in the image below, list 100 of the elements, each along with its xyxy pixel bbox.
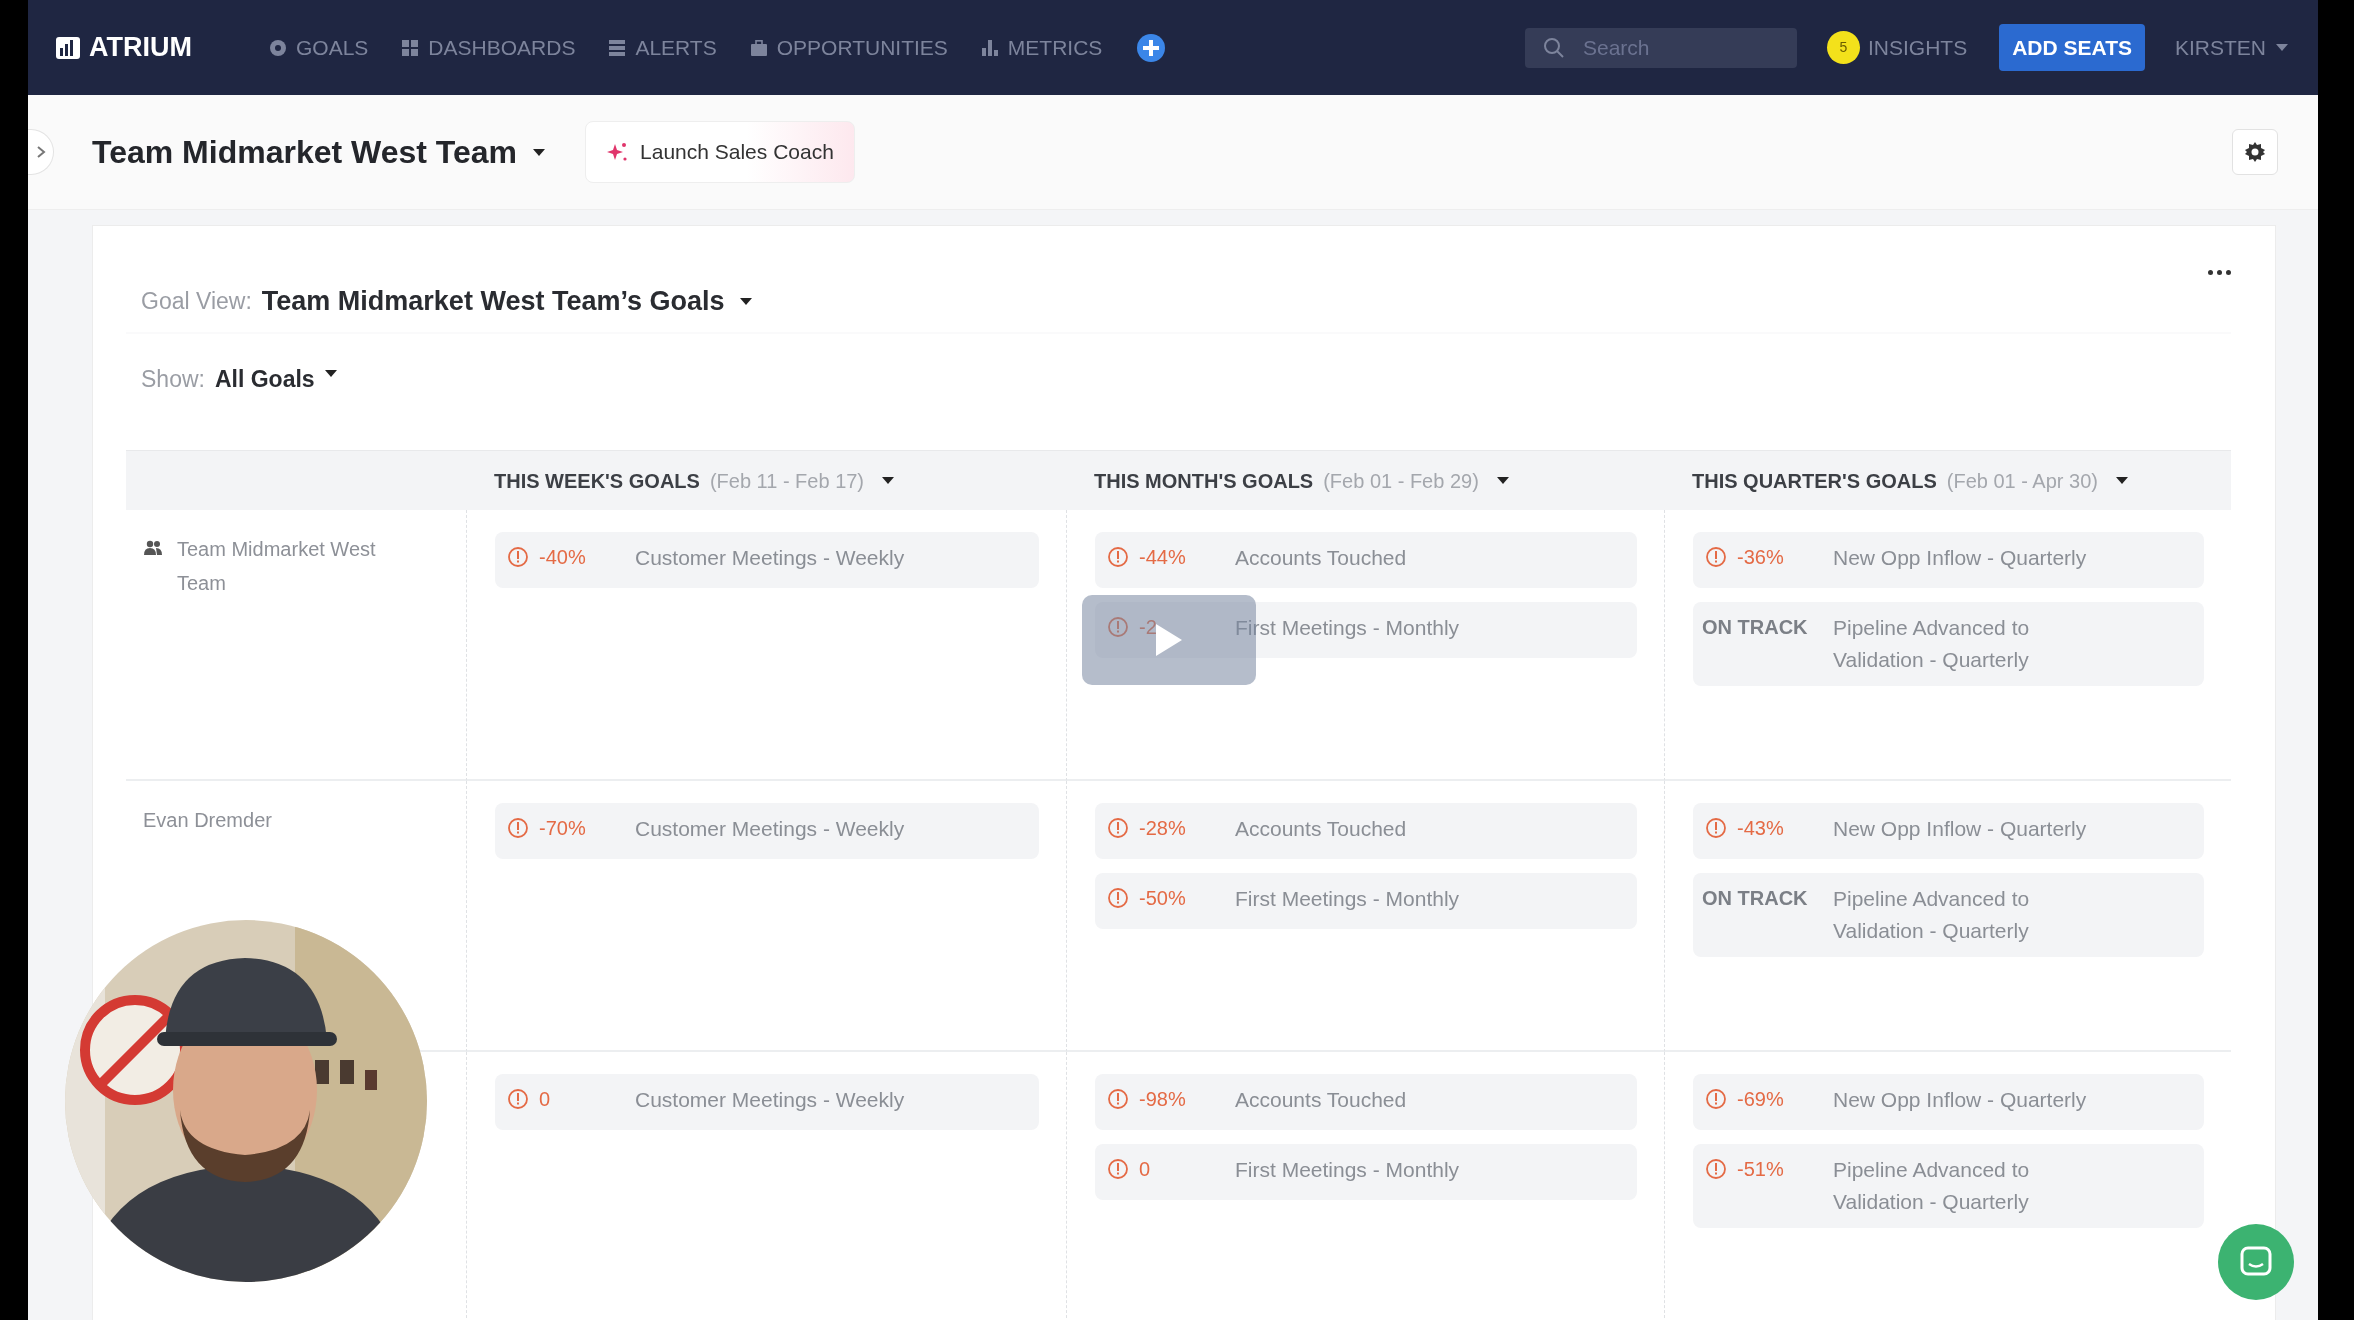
- nav-link[interactable]: DASHBOARDS: [402, 31, 576, 64]
- alert-icon: [1107, 817, 1129, 839]
- goal-status: ON TRACK: [1702, 615, 1808, 640]
- goal-status: -51%: [1737, 1157, 1784, 1182]
- goal-status: -28%: [1139, 816, 1186, 841]
- logo-text: ATRIUM: [89, 31, 192, 65]
- caret-icon: [740, 297, 753, 305]
- alert-icon: [1107, 616, 1129, 638]
- date-range: (Feb 11 - Feb 17): [709, 468, 865, 494]
- goal-name: First Meetings - Monthly: [1235, 886, 1460, 912]
- caret-icon[interactable]: [2115, 477, 2128, 484]
- logo-icon: [55, 35, 81, 60]
- plus-icon: [1136, 32, 1167, 63]
- show-dropdown[interactable]: All Goals: [214, 362, 315, 397]
- goal-name: Accounts Touched: [1235, 816, 1407, 842]
- goal-status: -36%: [1737, 545, 1784, 570]
- grid-icon: [402, 39, 419, 56]
- goal-name: First Meetings - Monthly: [1235, 1157, 1460, 1183]
- goal-name: New Opp Inflow - Quarterly: [1833, 545, 2087, 571]
- goal-name: New Opp Inflow - Quarterly: [1833, 1087, 2087, 1113]
- goal-item[interactable]: -43% New Opp Inflow - Quarterly: [1693, 803, 2204, 859]
- goal-name: Pipeline Advanced to Validation - Quarterly: [1833, 886, 2031, 944]
- goal-status: -69%: [1737, 1087, 1784, 1112]
- caret-icon: [324, 370, 337, 377]
- target-icon: [270, 39, 286, 56]
- sparkle-icon: [606, 141, 629, 163]
- goal-status: -2: [1139, 615, 1157, 640]
- goal-name: First Meetings - Monthly: [1235, 615, 1460, 641]
- search-field[interactable]: Search: [1525, 27, 1797, 68]
- caret-icon[interactable]: [1496, 477, 1509, 484]
- goal-status: 0: [1139, 1157, 1151, 1182]
- alert-icon: [1705, 817, 1727, 839]
- goal-item[interactable]: -28% Accounts Touched: [1095, 803, 1637, 859]
- collapse-button[interactable]: [28, 129, 54, 175]
- goal-item[interactable]: 0 Customer Meetings - Weekly: [495, 1074, 1039, 1130]
- goal-status: -40%: [539, 545, 586, 570]
- people-icon: [143, 540, 163, 556]
- goal-item[interactable]: -69% New Opp Inflow - Quarterly: [1693, 1074, 2204, 1130]
- row-name: Team Midmarket West Team: [177, 537, 377, 596]
- goal-item[interactable]: -36% New Opp Inflow - Quarterly: [1693, 532, 2204, 588]
- launch-sales-coach-button[interactable]: Launch Sales Coach: [585, 121, 855, 183]
- goal-item[interactable]: ON TRACK Pipeline Advanced to Validation - Quarterly: [1693, 602, 2204, 686]
- goal-item[interactable]: -50% First Meetings - Monthly: [1095, 873, 1637, 929]
- alert-icon: [1705, 546, 1727, 568]
- more-icon[interactable]: [2208, 270, 2231, 275]
- page-title[interactable]: Team Midmarket West Team: [92, 132, 518, 172]
- caret-icon[interactable]: [882, 477, 895, 484]
- list-icon: [609, 39, 626, 56]
- add-seats-button[interactable]: ADD SEATS: [1999, 23, 2145, 72]
- goal-view-dropdown[interactable]: Team Midmarket West Team’s Goals: [261, 280, 725, 322]
- nav-link[interactable]: METRICS: [981, 31, 1103, 64]
- goal-status: ON TRACK: [1702, 886, 1808, 911]
- goal-item[interactable]: -44% Accounts Touched: [1095, 532, 1637, 588]
- count-badge: 5: [1827, 31, 1860, 64]
- alert-icon: [1705, 1158, 1727, 1180]
- show-label: Show:: [141, 365, 205, 394]
- nav-link[interactable]: OPPORTUNITIES: [750, 31, 948, 64]
- goal-item[interactable]: 0 First Meetings - Monthly: [1095, 1144, 1637, 1200]
- insights-link[interactable]: INSIGHTS: [1868, 31, 1968, 64]
- goal-name: Pipeline Advanced to Validation - Quarterly: [1833, 1157, 2031, 1215]
- goal-item[interactable]: -51% Pipeline Advanced to Validation - Quarterly: [1693, 1144, 2204, 1228]
- goal-name: Customer Meetings - Weekly: [635, 1087, 905, 1113]
- row-name: Evan Dremder: [143, 808, 272, 833]
- goal-status: -70%: [539, 816, 586, 841]
- goal-name: Customer Meetings - Weekly: [635, 545, 905, 571]
- goal-status: -50%: [1139, 886, 1186, 911]
- goal-name: Pipeline Advanced to Validation - Quarterly: [1833, 615, 2031, 673]
- goal-item[interactable]: -70% Customer Meetings - Weekly: [495, 803, 1039, 859]
- goal-item[interactable]: -2 First Meetings - Monthly: [1095, 602, 1637, 658]
- alert-icon: [507, 546, 529, 568]
- goal-status: 0: [539, 1087, 551, 1112]
- goal-item[interactable]: -98% Accounts Touched: [1095, 1074, 1637, 1130]
- caret-icon: [2276, 44, 2288, 51]
- user-menu[interactable]: KIRSTEN: [2175, 31, 2288, 64]
- goal-status: -44%: [1139, 545, 1186, 570]
- alert-icon: [507, 817, 529, 839]
- date-range: (Feb 01 - Feb 29): [1323, 468, 1479, 494]
- column-title: THIS QUARTER'S GOALS: [1692, 468, 1937, 494]
- goal-name: New Opp Inflow - Quarterly: [1833, 816, 2087, 842]
- goal-item[interactable]: ON TRACK Pipeline Advanced to Validation - Quarterly: [1693, 873, 2204, 957]
- caret-icon[interactable]: [533, 148, 546, 156]
- alert-icon: [507, 1088, 529, 1110]
- alert-icon: [1705, 1088, 1727, 1110]
- settings-icon: [2244, 141, 2266, 163]
- date-range: (Feb 01 - Apr 30): [1946, 468, 2098, 494]
- briefcase-icon: [750, 39, 767, 56]
- chat-icon: [2239, 1245, 2273, 1279]
- nav-link[interactable]: ALERTS: [609, 31, 717, 64]
- alert-icon: [1107, 1158, 1129, 1180]
- bar-chart-icon: [981, 39, 998, 56]
- play-icon: [1154, 622, 1184, 658]
- goal-view-label: Goal View:: [141, 286, 252, 316]
- goal-name: Accounts Touched: [1235, 1087, 1407, 1113]
- goal-item[interactable]: -40% Customer Meetings - Weekly: [495, 532, 1039, 588]
- nav-link[interactable]: GOALS: [270, 31, 369, 64]
- settings-button[interactable]: [2232, 129, 2278, 175]
- goal-name: Accounts Touched: [1235, 545, 1407, 571]
- goal-name: Customer Meetings - Weekly: [635, 816, 905, 842]
- goal-status: -98%: [1139, 1087, 1186, 1112]
- chevron-icon: [35, 145, 46, 159]
